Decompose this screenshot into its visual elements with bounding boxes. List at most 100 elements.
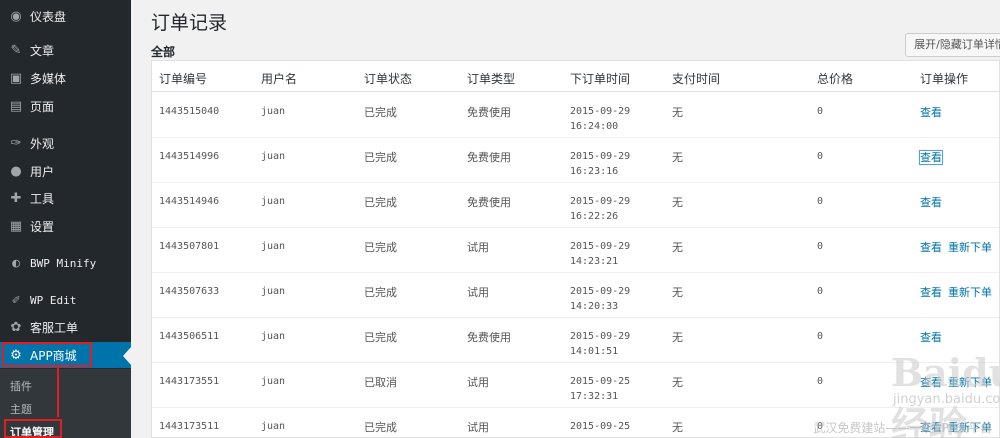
order-time-cell: 2015-09-29 14:23:21 — [570, 239, 630, 269]
sidebar-item-label: WP Edit — [30, 293, 77, 307]
actions-cell: 查看 — [919, 149, 948, 165]
sidebar-item-appearance[interactable]: ✑ 外观 — [0, 130, 131, 156]
order-id-cell: 1443507633 — [159, 286, 220, 297]
order-clock-time: 14:23:21 — [570, 256, 619, 267]
sidebar-item-dashboard[interactable]: ◉ 仪表盘 — [0, 3, 131, 29]
type-cell: 免费使用 — [467, 106, 511, 119]
user-icon: ● — [10, 163, 22, 179]
order-id-cell: 1443514946 — [159, 196, 220, 207]
toggle-order-details-button[interactable]: 展开/隐藏订单详情 — [905, 33, 1000, 57]
edit-icon: ✐ — [12, 292, 20, 308]
header-order-actions: 订单操作 — [920, 72, 969, 86]
support-icon: ✿ — [10, 319, 22, 335]
dashboard-icon: ◉ — [10, 8, 22, 24]
username-cell: juan — [261, 331, 286, 342]
username-cell: juan — [261, 286, 286, 297]
sidebar-item-label: 文章 — [30, 43, 55, 58]
username-cell: juan — [261, 376, 286, 387]
order-date: 2015-09-25 — [570, 376, 631, 387]
baidu-watermark-url: jingyan.baidu.com — [893, 392, 1000, 407]
reorder-link[interactable]: 重新下单 — [948, 286, 992, 299]
actions-cell: 查看 重新下单 — [920, 284, 998, 300]
actions-cell: 查看 — [920, 329, 948, 345]
table-row: 1443514946 juan 已完成 免费使用 2015-09-29 16:22:26 无… — [152, 183, 999, 228]
sidebar-item-minify[interactable]: ◐ BWP Minify — [0, 250, 131, 276]
paid-time-cell: 无 — [672, 286, 683, 299]
sidebar-item-label: BWP Minify — [30, 256, 97, 270]
sidebar-item-wrench[interactable]: ✚ 工具 — [0, 185, 131, 211]
total-price-cell: 0 — [817, 241, 824, 252]
order-clock-time: 17:31:51 — [570, 434, 630, 437]
total-price-cell: 0 — [817, 196, 824, 207]
sidebar-item-edit[interactable]: ✐ WP Edit — [0, 287, 131, 313]
order-date: 2015-09-29 — [570, 331, 631, 342]
order-id-cell: 1443173551 — [159, 376, 220, 387]
type-cell: 试用 — [467, 376, 489, 389]
paid-time-cell: 无 — [672, 196, 683, 209]
table-row: 1443514996 juan 已完成 免费使用 2015-09-29 16:23:16 无… — [152, 138, 999, 183]
type-cell: 试用 — [467, 241, 489, 254]
header-username: 用户名 — [261, 72, 298, 86]
filter-all-label[interactable]: 全部 — [151, 43, 175, 60]
reorder-link[interactable]: 重新下单 — [948, 241, 992, 254]
header-order-type: 订单类型 — [467, 72, 516, 86]
view-order-link[interactable]: 查看 — [920, 106, 942, 119]
status-cell: 已完成 — [364, 421, 397, 434]
sidebar-item-settings[interactable]: ▦ 设置 — [0, 213, 131, 239]
username-cell: juan — [261, 196, 286, 207]
view-order-link[interactable]: 查看 — [920, 286, 942, 299]
order-time-cell: 2015-09-25 17:32:31 — [570, 374, 630, 404]
table-row: 1443506511 juan 已完成 免费使用 2015-09-29 14:01:51 无… — [152, 318, 999, 363]
status-cell: 已完成 — [364, 196, 397, 209]
total-price-cell: 0 — [817, 376, 824, 387]
actions-cell: 查看 — [920, 104, 948, 120]
order-date: 2015-09-29 — [570, 106, 631, 117]
header-order-id: 订单编号 — [159, 72, 208, 86]
order-id-cell: 1443515040 — [159, 106, 220, 117]
appearance-icon: ✑ — [10, 135, 22, 151]
admin-sidebar: ◉ 仪表盘 ✎ 文章 ▣ 多媒体 ▤ 页面 ✑ 外观 ● 用户 ✚ 工具 ▦ 设置 ◐ BWP Minify ✐ WP… — [0, 0, 131, 438]
type-cell: 免费使用 — [467, 196, 511, 209]
highlight-box-app-store — [2, 342, 92, 367]
total-price-cell: 0 — [817, 106, 824, 117]
actions-cell: 查看 重新下单 — [920, 239, 998, 255]
sidebar-item-user[interactable]: ● 用户 — [0, 158, 131, 184]
view-order-link[interactable]: 查看 — [920, 241, 942, 254]
sidebar-item-media[interactable]: ▣ 多媒体 — [0, 65, 131, 91]
view-order-link[interactable]: 查看 — [920, 331, 942, 344]
header-order-status: 订单状态 — [364, 72, 413, 86]
table-row: 1443515040 juan 已完成 免费使用 2015-09-29 16:24:00 无… — [152, 93, 999, 138]
submenu-item-themes[interactable]: 主题 — [10, 401, 32, 417]
order-date: 2015-09-29 — [570, 196, 631, 207]
view-order-link[interactable]: 查看 — [919, 150, 943, 165]
paid-time-cell: 无 — [672, 421, 683, 434]
order-id-cell: 1443507801 — [159, 241, 220, 252]
username-cell: juan — [261, 151, 286, 162]
header-paid-time: 支付时间 — [672, 72, 721, 86]
status-cell: 已完成 — [364, 286, 397, 299]
order-clock-time: 16:22:26 — [570, 211, 619, 222]
pin-icon: ✎ — [10, 42, 22, 58]
view-order-link[interactable]: 查看 — [920, 196, 942, 209]
sidebar-item-label: 页面 — [30, 99, 55, 114]
order-time-cell: 2015-09-29 14:01:51 — [570, 329, 630, 359]
status-cell: 已完成 — [364, 106, 397, 119]
paid-time-cell: 无 — [672, 241, 683, 254]
main-content: 订单记录 全部 展开/隐藏订单详情 订单编号 用户名 订单状态 订单类型 下订单… — [131, 0, 1000, 438]
order-time-cell: 2015-09-25 17:31:51 — [570, 419, 631, 437]
order-clock-time: 17:32:31 — [570, 391, 619, 402]
total-price-cell: 0 — [817, 331, 824, 342]
sidebar-item-pin[interactable]: ✎ 文章 — [0, 37, 131, 63]
sidebar-item-support[interactable]: ✿ 客服工单 — [0, 314, 131, 340]
submenu-item-plugins[interactable]: 插件 — [10, 378, 32, 394]
sidebar-item-label: 多媒体 — [30, 71, 67, 86]
highlight-box-order-management — [4, 419, 62, 438]
order-id-cell: 1443173511 — [159, 421, 220, 432]
order-date: 2015-09-25 — [570, 421, 631, 432]
order-id-cell: 1443506511 — [159, 331, 220, 342]
table-header: 订单编号 用户名 订单状态 订单类型 下订单时间 支付时间 总价格 订单操作 — [152, 61, 999, 92]
sidebar-item-label: 外观 — [30, 136, 55, 151]
order-time-cell: 2015-09-29 16:24:00 — [570, 104, 630, 134]
watermark-caption: 武汉免费建站——一统APP云平台 — [813, 421, 992, 435]
sidebar-item-page[interactable]: ▤ 页面 — [0, 93, 131, 119]
